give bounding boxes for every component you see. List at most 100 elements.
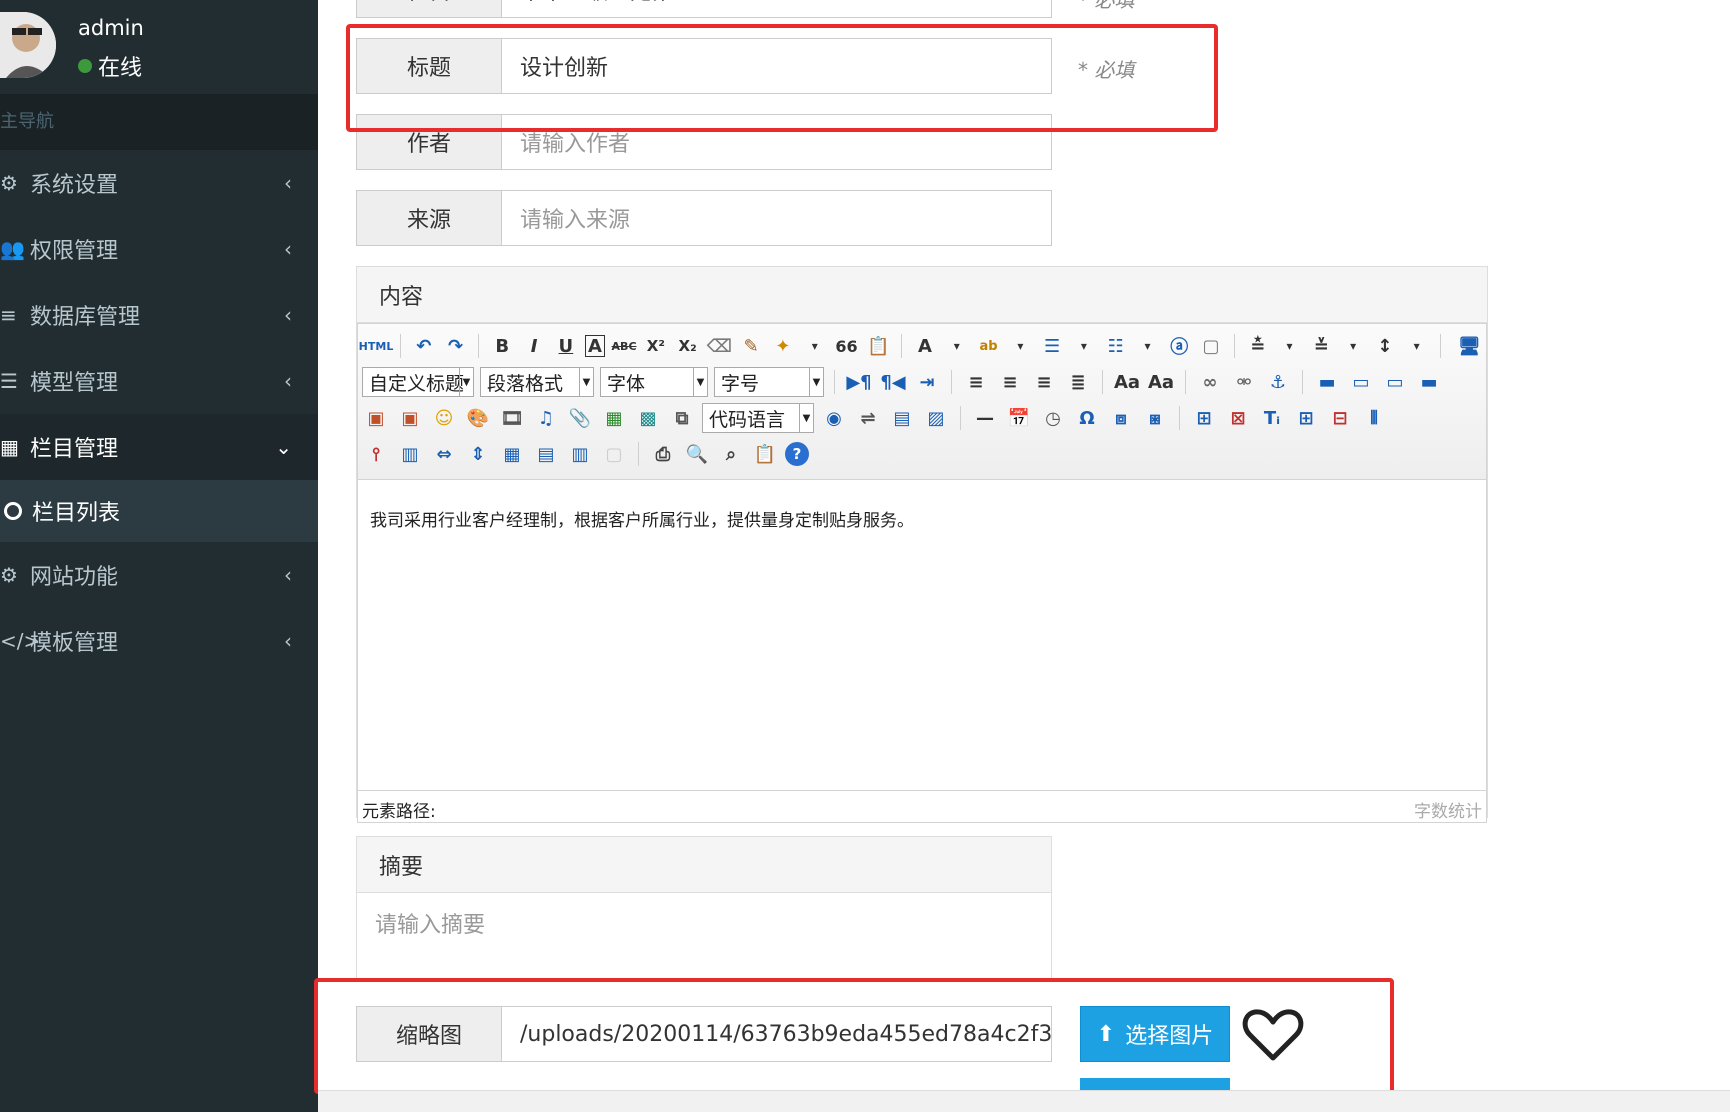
- fullscreen-icon[interactable]: 🖥: [1456, 332, 1482, 360]
- sidebar-item-columns[interactable]: ▦ 栏目管理 ⌄: [0, 414, 318, 480]
- insert-frame-icon[interactable]: ▦: [600, 404, 628, 432]
- simple-upload-icon[interactable]: ▣: [362, 404, 390, 432]
- search-replace-icon[interactable]: ⌕: [717, 440, 745, 468]
- word-paste-icon[interactable]: ⧆: [1141, 404, 1169, 432]
- font-size-select[interactable]: 字号 ▼: [714, 367, 824, 397]
- sidebar-item-system-settings[interactable]: ⚙ 系统设置 ‹: [0, 150, 318, 216]
- avatar[interactable]: [0, 12, 56, 78]
- clear-doc-icon[interactable]: ▢: [1198, 332, 1224, 360]
- bold-button[interactable]: B: [489, 332, 515, 360]
- column-select[interactable]: 平平一级一无第: [502, 0, 1052, 18]
- sidebar-subitem-column-list[interactable]: 栏目列表: [0, 480, 318, 542]
- template-icon[interactable]: ▤: [888, 404, 916, 432]
- unlink-icon[interactable]: ⚮: [1230, 368, 1258, 396]
- delete-col-icon[interactable]: ⫯: [362, 440, 390, 468]
- ltr-icon[interactable]: ▶¶: [845, 368, 873, 396]
- background-icon[interactable]: ▨: [922, 404, 950, 432]
- dropdown-arrow-icon[interactable]: ▾: [802, 332, 828, 360]
- sidebar-item-models[interactable]: ☰ 模型管理 ‹: [0, 348, 318, 414]
- align-center-icon[interactable]: ≡: [996, 368, 1024, 396]
- dropdown-arrow-icon[interactable]: ▾: [944, 332, 970, 360]
- link-icon[interactable]: ∞: [1196, 368, 1224, 396]
- split-cols-icon[interactable]: ▥: [566, 440, 594, 468]
- lowercase-icon[interactable]: Aa: [1147, 368, 1175, 396]
- scrawl-icon[interactable]: 🎨: [464, 404, 492, 432]
- split-rows-icon[interactable]: ▤: [532, 440, 560, 468]
- insert-col-icon[interactable]: ⫴: [1360, 404, 1388, 432]
- sidebar-item-permissions[interactable]: 👥 权限管理 ‹: [0, 216, 318, 282]
- sidebar-item-templates[interactable]: </> 模板管理 ‹: [0, 608, 318, 674]
- table-title-icon[interactable]: Tᵢ: [1258, 404, 1286, 432]
- italic-button[interactable]: I: [521, 332, 547, 360]
- indent-icon[interactable]: ⇥: [913, 368, 941, 396]
- title-input[interactable]: 设计创新: [502, 38, 1052, 94]
- insert-code-icon[interactable]: ⧉: [668, 404, 696, 432]
- print-icon[interactable]: ⎙: [649, 440, 677, 468]
- unordered-list-icon[interactable]: ☷: [1103, 332, 1129, 360]
- delete-row-icon[interactable]: ⊟: [1326, 404, 1354, 432]
- highlight-icon[interactable]: ab: [976, 332, 1002, 360]
- sidebar-item-site-functions[interactable]: ⚙ 网站功能 ‹: [0, 542, 318, 608]
- insert-video-icon[interactable]: 🎞: [498, 404, 526, 432]
- word-image-icon[interactable]: ⧈: [1107, 404, 1135, 432]
- eraser-icon[interactable]: ⌫: [707, 332, 733, 360]
- merge-cells-icon[interactable]: ▥: [396, 440, 424, 468]
- code-language-select[interactable]: 代码语言 ▼: [702, 403, 814, 433]
- anchor-icon[interactable]: ⚓: [1264, 368, 1292, 396]
- page-break-icon[interactable]: ⇌: [854, 404, 882, 432]
- insert-music-icon[interactable]: ♫: [532, 404, 560, 432]
- dropdown-arrow-icon[interactable]: ▾: [1007, 332, 1033, 360]
- image-right-icon[interactable]: ▭: [1381, 368, 1409, 396]
- help-icon[interactable]: ?: [785, 442, 809, 466]
- merge-down-icon[interactable]: ⇕: [464, 440, 492, 468]
- subscript-button[interactable]: X₂: [675, 332, 701, 360]
- sidebar-item-database[interactable]: ≡ 数据库管理 ‹: [0, 282, 318, 348]
- time-icon[interactable]: ◷: [1039, 404, 1067, 432]
- date-icon[interactable]: 📅: [1005, 404, 1033, 432]
- emoticon-icon[interactable]: ☺: [430, 404, 458, 432]
- dropdown-arrow-icon[interactable]: ▾: [1135, 332, 1161, 360]
- dropdown-arrow-icon[interactable]: ▾: [1340, 332, 1366, 360]
- align-left-icon[interactable]: ≡: [962, 368, 990, 396]
- blockquote-button[interactable]: 66: [834, 332, 860, 360]
- heart-icon[interactable]: [1242, 1006, 1304, 1064]
- superscript-button[interactable]: X²: [643, 332, 669, 360]
- horizontal-rule-icon[interactable]: —: [971, 404, 999, 432]
- thumbnail-input[interactable]: /uploads/20200114/63763b9eda455ed78a4c2f…: [502, 1006, 1052, 1062]
- insert-table-icon[interactable]: ⊞: [1190, 404, 1218, 432]
- auto-format-icon[interactable]: ✦: [770, 332, 796, 360]
- insert-image-icon[interactable]: ▣: [396, 404, 424, 432]
- select-image-button[interactable]: ⬆ 选择图片: [1080, 1006, 1230, 1062]
- draft-icon[interactable]: 📋: [751, 440, 779, 468]
- rtl-icon[interactable]: ¶◀: [879, 368, 907, 396]
- ordered-list-icon[interactable]: ☰: [1039, 332, 1065, 360]
- author-input[interactable]: 请输入作者: [502, 114, 1052, 170]
- paste-text-icon[interactable]: 📋: [865, 332, 891, 360]
- image-center-icon[interactable]: ▬: [1415, 368, 1443, 396]
- image-none-icon[interactable]: ▬: [1313, 368, 1341, 396]
- split-cells-icon[interactable]: ▦: [498, 440, 526, 468]
- custom-title-select[interactable]: 自定义标题 ▼: [362, 367, 474, 397]
- row-spacing-top-icon[interactable]: ≛: [1245, 332, 1271, 360]
- align-justify-icon[interactable]: ≣: [1064, 368, 1092, 396]
- dropdown-arrow-icon[interactable]: ▾: [1071, 332, 1097, 360]
- html-source-button[interactable]: HTML: [359, 332, 394, 360]
- align-right-icon[interactable]: ≡: [1030, 368, 1058, 396]
- delete-table-icon[interactable]: ⊠: [1224, 404, 1252, 432]
- paragraph-format-select[interactable]: 段落格式 ▼: [480, 367, 594, 397]
- undo-icon[interactable]: ↶: [411, 332, 437, 360]
- dropdown-arrow-icon[interactable]: ▾: [1277, 332, 1303, 360]
- special-chars-button[interactable]: Ω: [1073, 404, 1101, 432]
- summary-textarea[interactable]: 请输入摘要: [357, 893, 1051, 981]
- editor-body[interactable]: 我司采用行业客户经理制，根据客户所属行业，提供量身定制贴身服务。: [358, 480, 1486, 790]
- redo-icon[interactable]: ↷: [443, 332, 469, 360]
- strikethrough-button[interactable]: ABC: [611, 332, 637, 360]
- font-family-select[interactable]: 字体 ▼: [600, 367, 708, 397]
- map-icon[interactable]: ◉: [820, 404, 848, 432]
- line-height-icon[interactable]: ↕: [1372, 332, 1398, 360]
- merge-right-icon[interactable]: ⇔: [430, 440, 458, 468]
- source-input[interactable]: 请输入来源: [502, 190, 1052, 246]
- image-left-icon[interactable]: ▭: [1347, 368, 1375, 396]
- dropdown-arrow-icon[interactable]: ▾: [1404, 332, 1430, 360]
- row-spacing-bottom-icon[interactable]: ≚: [1308, 332, 1334, 360]
